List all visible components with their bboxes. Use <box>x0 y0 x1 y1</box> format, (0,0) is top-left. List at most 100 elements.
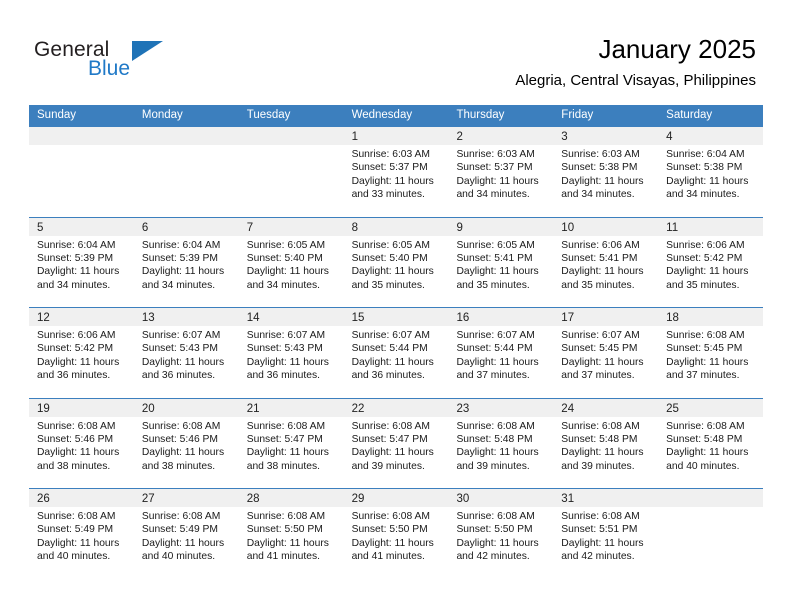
sunrise-text: Sunrise: 6:08 AM <box>456 511 535 522</box>
daylight-text-line1: Daylight: 11 hours <box>246 356 329 368</box>
daylight-text-line2: and 34 minutes. <box>141 279 216 291</box>
sunset-text: Sunset: 5:48 PM <box>456 433 533 445</box>
daylight-text-line1: Daylight: 11 hours <box>37 537 120 549</box>
day-number-band: 24 <box>553 398 659 417</box>
sunrise-text: Sunrise: 6:08 AM <box>456 420 535 432</box>
day-cell[interactable]: 4 Sunrise: 6:04 AM Sunset: 5:38 PM Daylight… <box>658 127 764 217</box>
daylight-text-line1: Daylight: 11 hours <box>456 175 539 187</box>
day-cell[interactable]: 21 Sunrise: 6:08 AM Sunset: 5:47 PM Dayligh… <box>238 398 344 489</box>
day-cell[interactable]: 30 Sunrise: 6:08 AM Sunset: 5:50 PM Dayligh… <box>448 489 554 579</box>
day-info: Sunrise: 6:08 AM Sunset: 5:49 PM Daylight:… <box>29 507 134 564</box>
day-cell[interactable]: 14 Sunrise: 6:07 AM Sunset: 5:43 PM Dayligh… <box>238 308 344 398</box>
day-number: 28 <box>246 493 260 505</box>
day-info: Sunrise: 6:08 AM Sunset: 5:48 PM Daylight:… <box>553 417 658 474</box>
day-info: Sunrise: 6:08 AM Sunset: 5:50 PM Daylight:… <box>344 507 449 564</box>
sunset-text: Sunset: 5:44 PM <box>456 343 533 355</box>
day-cell[interactable]: 13 Sunrise: 6:07 AM Sunset: 5:43 PM Dayligh… <box>133 308 239 398</box>
sunrise-text: Sunrise: 6:08 AM <box>351 511 430 522</box>
day-info: Sunrise: 6:08 AM Sunset: 5:45 PM Daylight:… <box>658 326 763 383</box>
daylight-text-line2: and 38 minutes. <box>246 460 320 472</box>
day-cell[interactable]: 17 Sunrise: 6:07 AM Sunset: 5:45 PM Dayligh… <box>553 308 659 398</box>
day-cell[interactable]: 26 Sunrise: 6:08 AM Sunset: 5:49 PM Dayligh… <box>29 489 134 579</box>
daylight-text-line1: Daylight: 11 hours <box>351 175 434 187</box>
daylight-text-line1: Daylight: 11 hours <box>456 356 539 368</box>
sunrise-text: Sunrise: 6:04 AM <box>666 149 745 160</box>
sunset-text: Sunset: 5:43 PM <box>246 343 323 355</box>
day-info: Sunrise: 6:07 AM Sunset: 5:44 PM Daylight:… <box>344 326 449 383</box>
sunrise-text: Sunrise: 6:04 AM <box>141 239 221 251</box>
day-cell[interactable]: 3 Sunrise: 6:03 AM Sunset: 5:38 PM Daylight… <box>553 127 659 217</box>
page-title: January 2025 <box>598 34 756 64</box>
sunset-text: Sunset: 5:39 PM <box>141 252 218 264</box>
day-cell-empty <box>29 127 134 217</box>
day-number-band: 30 <box>448 489 554 507</box>
day-cell[interactable]: 15 Sunrise: 6:07 AM Sunset: 5:44 PM Dayligh… <box>343 308 449 398</box>
day-cell[interactable]: 23 Sunrise: 6:08 AM Sunset: 5:48 PM Dayligh… <box>448 398 554 489</box>
day-cell-empty <box>238 127 344 217</box>
day-number: 31 <box>561 493 575 505</box>
day-info: Sunrise: 6:08 AM Sunset: 5:50 PM Daylight:… <box>448 507 553 564</box>
daylight-text-line2: and 34 minutes. <box>456 189 530 201</box>
daylight-text-line2: and 37 minutes. <box>561 370 635 382</box>
day-number-band: 27 <box>133 489 239 507</box>
day-number: 21 <box>246 402 260 415</box>
general-blue-logo[interactable]: General Blue <box>34 38 214 90</box>
day-number-band: 5 <box>29 217 134 236</box>
sunrise-text: Sunrise: 6:08 AM <box>37 420 116 432</box>
day-info: Sunrise: 6:05 AM Sunset: 5:41 PM Daylight:… <box>448 236 553 293</box>
day-info: Sunrise: 6:08 AM Sunset: 5:46 PM Daylight:… <box>29 417 134 474</box>
day-cell[interactable]: 19 Sunrise: 6:08 AM Sunset: 5:46 PM Dayligh… <box>29 398 134 489</box>
sunrise-text: Sunrise: 6:08 AM <box>141 420 221 432</box>
weekday-header-friday: Friday <box>561 109 594 121</box>
day-cell[interactable]: 7 Sunrise: 6:05 AM Sunset: 5:40 PM Daylight… <box>238 217 344 308</box>
day-cell[interactable]: 31 Sunrise: 6:08 AM Sunset: 5:51 PM Dayligh… <box>553 489 659 579</box>
day-number-band: 7 <box>238 217 344 236</box>
daylight-text-line1: Daylight: 11 hours <box>141 266 225 278</box>
day-number-band: 13 <box>133 308 239 326</box>
day-cell[interactable]: 1 Sunrise: 6:03 AM Sunset: 5:37 PM Daylight… <box>343 127 449 217</box>
day-cell[interactable]: 24 Sunrise: 6:08 AM Sunset: 5:48 PM Dayligh… <box>553 398 659 489</box>
day-cell[interactable]: 29 Sunrise: 6:08 AM Sunset: 5:50 PM Dayligh… <box>343 489 449 579</box>
sunset-text: Sunset: 5:49 PM <box>141 524 218 536</box>
sunrise-text: Sunrise: 6:07 AM <box>351 330 430 341</box>
day-cell[interactable]: 20 Sunrise: 6:08 AM Sunset: 5:46 PM Dayligh… <box>133 398 239 489</box>
daylight-text-line2: and 35 minutes. <box>561 279 635 291</box>
daylight-text-line2: and 41 minutes. <box>351 551 425 563</box>
day-cell[interactable]: 6 Sunrise: 6:04 AM Sunset: 5:39 PM Daylight… <box>133 217 239 308</box>
day-info: Sunrise: 6:08 AM Sunset: 5:47 PM Daylight:… <box>344 417 449 474</box>
sunset-text: Sunset: 5:41 PM <box>456 252 533 264</box>
weekday-header-saturday: Saturday <box>666 109 713 121</box>
day-number: 5 <box>37 221 44 234</box>
day-cell[interactable]: 27 Sunrise: 6:08 AM Sunset: 5:49 PM Dayligh… <box>133 489 239 579</box>
page-subtitle: Alegria, Central Visayas, Philippines <box>515 72 756 89</box>
daylight-text-line2: and 42 minutes. <box>456 551 530 563</box>
day-number: 18 <box>666 312 679 324</box>
day-cell[interactable]: 8 Sunrise: 6:05 AM Sunset: 5:40 PM Daylight… <box>343 217 449 308</box>
sunset-text: Sunset: 5:50 PM <box>246 524 323 536</box>
day-cell[interactable]: 25 Sunrise: 6:08 AM Sunset: 5:48 PM Dayligh… <box>658 398 764 489</box>
daylight-text-line1: Daylight: 11 hours <box>561 537 644 549</box>
day-cell[interactable]: 5 Sunrise: 6:04 AM Sunset: 5:39 PM Daylight… <box>29 217 134 308</box>
day-cell[interactable]: 18 Sunrise: 6:08 AM Sunset: 5:45 PM Dayligh… <box>658 308 764 398</box>
daylight-text-line1: Daylight: 11 hours <box>666 447 749 459</box>
daylight-text-line2: and 42 minutes. <box>561 551 635 563</box>
day-cell[interactable]: 2 Sunrise: 6:03 AM Sunset: 5:37 PM Daylight… <box>448 127 554 217</box>
page-header: General Blue January 2025 Alegria, Centr… <box>0 0 792 104</box>
day-cell[interactable]: 12 Sunrise: 6:06 AM Sunset: 5:42 PM Dayligh… <box>29 308 134 398</box>
day-cell[interactable]: 9 Sunrise: 6:05 AM Sunset: 5:41 PM Daylight… <box>448 217 554 308</box>
daylight-text-line1: Daylight: 11 hours <box>351 447 434 459</box>
day-cell[interactable]: 11 Sunrise: 6:06 AM Sunset: 5:42 PM Dayligh… <box>658 217 764 308</box>
day-number: 16 <box>456 312 470 324</box>
day-number-band: 16 <box>448 308 554 326</box>
day-cell[interactable]: 10 Sunrise: 6:06 AM Sunset: 5:41 PM Dayligh… <box>553 217 659 308</box>
day-number-band: 19 <box>29 398 134 417</box>
week-row: 5 Sunrise: 6:04 AM Sunset: 5:39 PM Daylight… <box>29 216 764 308</box>
day-info: Sunrise: 6:08 AM Sunset: 5:49 PM Daylight:… <box>134 507 239 564</box>
day-cell[interactable]: 22 Sunrise: 6:08 AM Sunset: 5:47 PM Dayligh… <box>343 398 449 489</box>
logo-text-blue: Blue <box>88 57 131 80</box>
daylight-text-line1: Daylight: 11 hours <box>666 175 749 187</box>
day-cell[interactable]: 28 Sunrise: 6:08 AM Sunset: 5:50 PM Dayligh… <box>238 489 344 579</box>
day-cell[interactable]: 16 Sunrise: 6:07 AM Sunset: 5:44 PM Dayligh… <box>448 308 554 398</box>
daylight-text-line2: and 38 minutes. <box>37 460 111 472</box>
sunrise-text: Sunrise: 6:03 AM <box>456 149 535 160</box>
